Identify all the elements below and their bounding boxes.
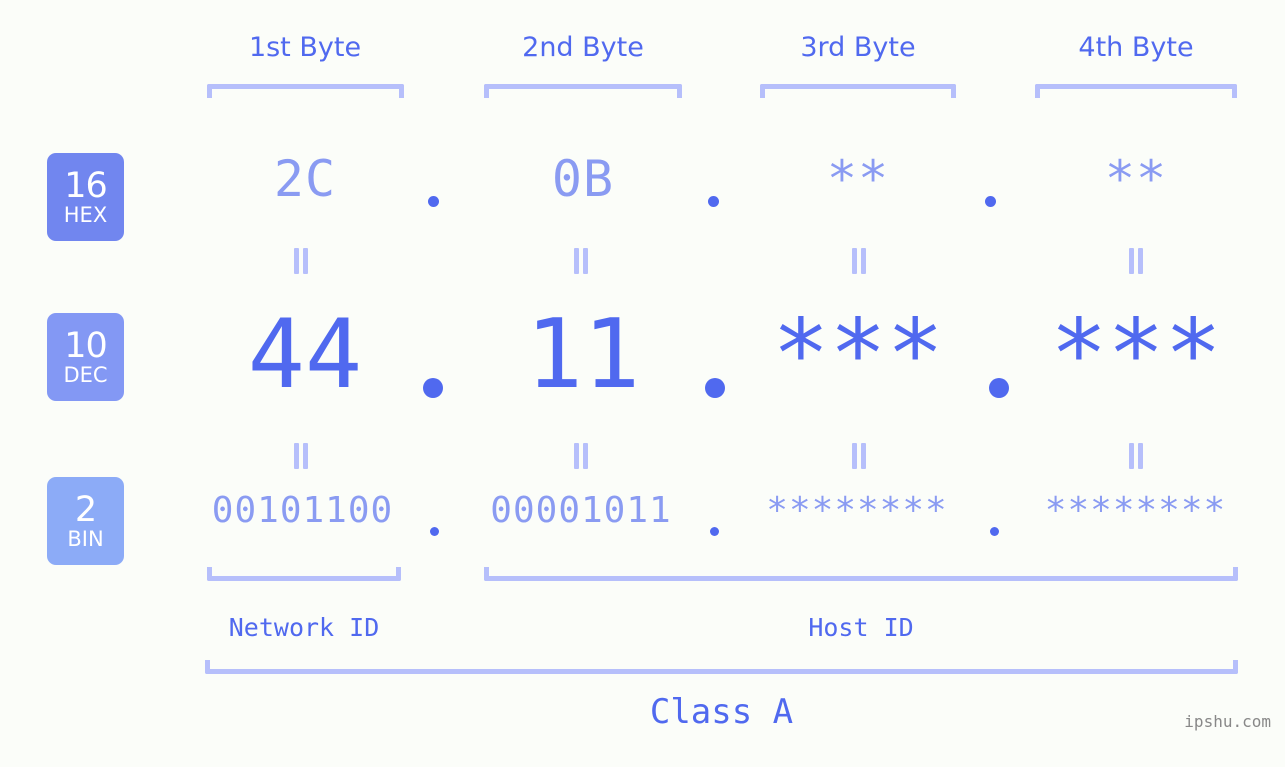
byte-header-3: 3rd Byte: [800, 32, 916, 63]
byte-bracket-3: [760, 84, 956, 98]
ip-byte-breakdown-diagram: 1st Byte 2nd Byte 3rd Byte 4th Byte 16 H…: [0, 0, 1285, 767]
dec-byte-3: ***: [772, 300, 944, 410]
byte-header-4: 4th Byte: [1078, 32, 1194, 63]
byte-header-1: 1st Byte: [248, 32, 362, 63]
base-badge-dec-number: 10: [64, 325, 108, 366]
byte-header-2: 2nd Byte: [522, 32, 644, 63]
byte-bracket-4: [1035, 84, 1237, 98]
hex-byte-3: **: [826, 150, 890, 208]
base-badge-dec-name: DEC: [63, 362, 108, 387]
base-badge-hex-name: HEX: [63, 202, 108, 227]
dec-byte-2: 11: [525, 300, 641, 410]
equals-mark-hex-dec-1: [293, 248, 309, 274]
network-id-label: Network ID: [228, 613, 380, 642]
host-id-label: Host ID: [808, 613, 914, 642]
base-badge-bin-number: 2: [74, 489, 97, 530]
bin-byte-1: 00101100: [211, 490, 394, 531]
dec-byte-1: 44: [247, 300, 363, 410]
class-label: Class A: [649, 692, 794, 732]
bin-byte-4: ********: [1044, 490, 1227, 531]
host-id-bracket: [484, 567, 1238, 581]
bin-separator-1: [430, 527, 439, 536]
dec-separator-3: [989, 378, 1009, 398]
bin-byte-3: ********: [766, 490, 948, 531]
hex-byte-2: 0B: [551, 150, 615, 208]
dec-separator-2: [705, 378, 725, 398]
base-badge-hex: 16 HEX: [47, 153, 124, 241]
base-badge-hex-number: 16: [64, 165, 108, 206]
hex-byte-1: 2C: [273, 150, 337, 208]
class-bracket: [205, 660, 1238, 674]
hex-separator-1: [428, 196, 439, 207]
site-watermark: ipshu.com: [1184, 712, 1271, 731]
byte-bracket-2: [484, 84, 682, 98]
equals-mark-dec-bin-4: [1128, 443, 1144, 469]
equals-mark-dec-bin-2: [573, 443, 589, 469]
hex-separator-3: [985, 196, 996, 207]
network-id-bracket: [207, 567, 401, 581]
base-badge-bin-name: BIN: [67, 526, 104, 551]
equals-mark-dec-bin-1: [293, 443, 309, 469]
base-badge-bin: 2 BIN: [47, 477, 124, 565]
hex-byte-4: **: [1104, 150, 1168, 208]
equals-mark-hex-dec-2: [573, 248, 589, 274]
bin-byte-2: 00001011: [490, 490, 672, 531]
hex-separator-2: [708, 196, 719, 207]
bin-separator-2: [710, 527, 719, 536]
dec-separator-1: [423, 378, 443, 398]
equals-mark-hex-dec-3: [851, 248, 867, 274]
dec-byte-4: ***: [1050, 300, 1222, 410]
equals-mark-dec-bin-3: [851, 443, 867, 469]
base-badge-dec: 10 DEC: [47, 313, 124, 401]
bin-separator-3: [990, 527, 999, 536]
equals-mark-hex-dec-4: [1128, 248, 1144, 274]
byte-bracket-1: [207, 84, 404, 98]
